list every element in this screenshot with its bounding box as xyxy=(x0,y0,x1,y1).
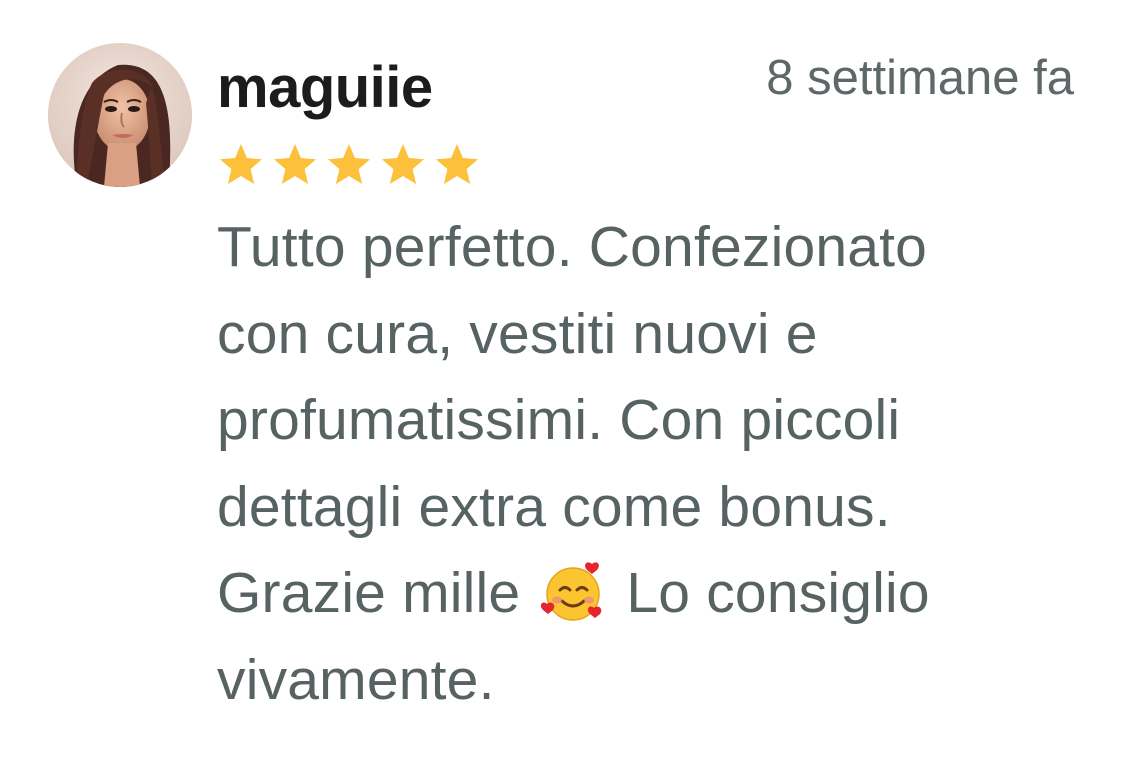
review-text-line: dettagli extra come bonus. xyxy=(217,474,891,539)
review-text-line: vivamente. xyxy=(217,647,495,712)
smiling-face-with-hearts-icon xyxy=(541,562,602,621)
avatar-photo-icon xyxy=(48,43,192,187)
review-text-line: Tutto perfetto. Confezionato xyxy=(217,215,928,279)
star-icon xyxy=(328,144,370,184)
star-icon xyxy=(436,144,478,184)
review-timestamp: 8 settimane fa xyxy=(766,51,1074,105)
review-text-line: con cura, vestiti nuovi e xyxy=(217,301,818,366)
star-rating xyxy=(217,142,487,190)
star-icon xyxy=(220,144,262,184)
review-text-segment: Grazie mille xyxy=(217,561,521,625)
review-card: maguiie 8 settimane fa Tutto perfetto. C… xyxy=(0,0,1125,757)
user-avatar[interactable] xyxy=(48,43,192,187)
star-icon xyxy=(274,144,316,184)
review-text-line-emoji: Grazie mille Lo consiglio xyxy=(217,550,1077,637)
review-text: Tutto perfetto. Confezionato con cura, v… xyxy=(217,204,1077,723)
star-icon xyxy=(382,144,424,184)
review-text-line: profumatissimi. Con piccoli xyxy=(217,388,901,452)
review-text-segment: Lo consiglio xyxy=(626,561,930,625)
username[interactable]: maguiie xyxy=(217,54,433,122)
